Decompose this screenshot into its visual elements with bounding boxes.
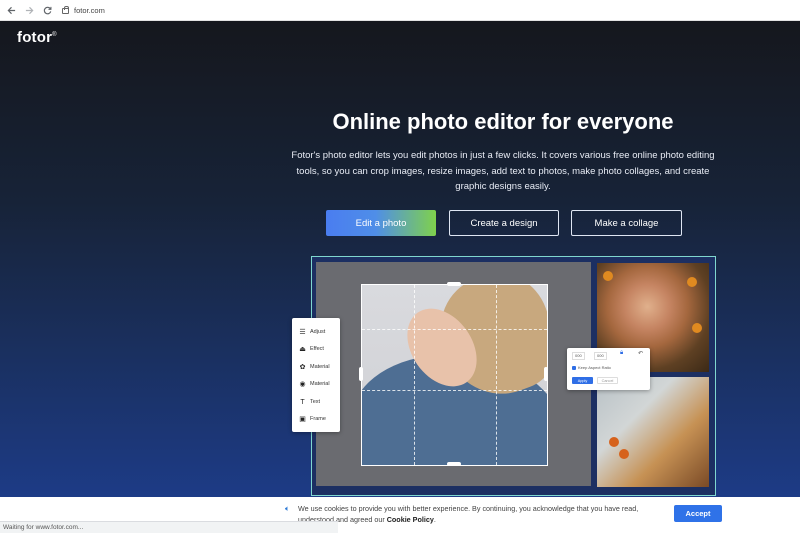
hero-subtitle: Fotor's photo editor lets you edit photo… [291,150,715,192]
speaker-icon: 🔈︎ [285,504,290,513]
crop-height-input[interactable]: 000 [594,352,607,360]
page-title: Online photo editor for everyone [332,109,674,134]
lock-icon [62,5,69,14]
editor-showcase [311,256,716,496]
fotor-logo[interactable]: fotor® [17,29,57,46]
crop-grid-line [362,329,547,330]
tool-material-2[interactable]: ◉ Material [299,377,329,391]
url-text: fotor.com [74,5,105,15]
main-photo [316,262,591,486]
checkbox-icon [572,365,576,370]
crop-grid-line [496,285,497,465]
tool-material[interactable]: ✿ Material [299,360,330,374]
edit-photo-button[interactable]: Edit a photo [326,210,436,236]
flower-decoration [603,271,613,281]
fruit-decoration [609,437,619,447]
forward-arrow-icon[interactable] [22,3,36,17]
tool-text[interactable]: T Text [299,395,320,409]
crop-grid-line [362,390,547,391]
reload-icon[interactable] [40,3,54,17]
sliders-icon: ☰ [299,329,306,336]
make-collage-button[interactable]: Make a collage [571,210,682,236]
tool-effect[interactable]: ⏏ Effect [299,342,324,356]
cookie-policy-link[interactable]: Cookie Policy [387,515,434,524]
hero-section: fotor® Online photo editor for everyone … [0,21,800,497]
address-bar[interactable]: fotor.com [62,5,105,15]
text-icon: T [300,398,305,406]
tool-adjust[interactable]: ☰ Adjust [299,325,325,339]
undo-icon[interactable]: ↶ [638,350,643,357]
browser-status-bar: Waiting for www.fotor.com... [0,521,338,533]
crop-cancel-button[interactable]: Cancel [597,377,618,384]
editor-tool-panel: ☰ Adjust ⏏ Effect ✿ Material ◉ Material T Tex… [292,318,340,432]
cookie-text: We use cookies to provide you with bette… [298,504,639,524]
crop-handle-bottom[interactable] [447,462,461,466]
crop-handle-top[interactable] [447,282,461,286]
crop-handle-right[interactable] [544,367,548,381]
flower-decoration [692,323,702,333]
crop-apply-button[interactable]: Apply [572,377,593,384]
browser-toolbar: fotor.com [0,0,800,21]
fruit-decoration [619,449,629,459]
circle-icon: ◉ [299,381,306,388]
flower-decoration [687,277,697,287]
accept-cookies-button[interactable]: Accept [674,505,722,522]
keep-aspect-ratio-checkbox[interactable]: Keep Aspect Ratio [572,365,611,370]
tool-frame[interactable]: ▣ Frame [299,412,326,426]
crop-settings-panel: 000 000 🔒︎ ↶ Keep Aspect Ratio Apply Can… [567,348,650,390]
create-design-button[interactable]: Create a design [449,210,559,236]
crop-width-input[interactable]: 000 [572,352,585,360]
frame-icon: ▣ [299,416,306,423]
sticker-icon: ✿ [299,364,306,371]
lock-ratio-icon[interactable]: 🔒︎ [620,350,623,357]
back-arrow-icon[interactable] [4,3,18,17]
crop-grid-line [414,285,415,465]
sample-photo-drink [597,377,709,487]
crop-area [361,284,548,466]
flask-icon: ⏏ [299,346,306,353]
crop-handle-left[interactable] [359,367,363,381]
